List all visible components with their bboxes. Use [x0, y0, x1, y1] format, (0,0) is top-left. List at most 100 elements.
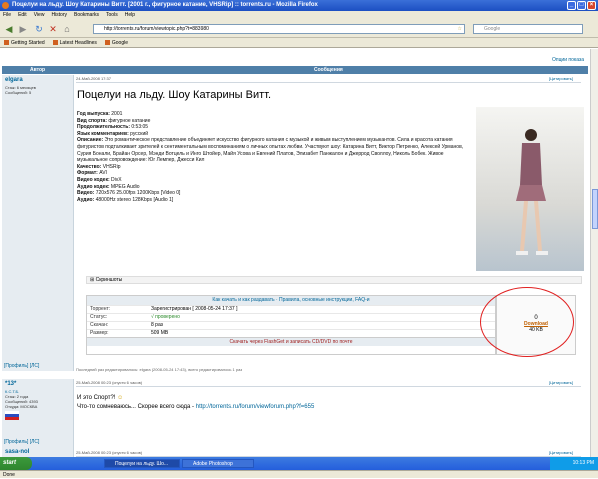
howto-link[interactable]: Как качать и как раздавать: [212, 297, 274, 303]
post3-quote-link[interactable]: [Цитировать]: [549, 450, 573, 455]
menu-help[interactable]: Help: [125, 11, 135, 20]
post3-author-col: sasa-nol: [2, 449, 74, 457]
table-row: Статус: √ проверено: [87, 313, 495, 321]
duration-label: Продолжительность:: [77, 124, 130, 131]
burn-cd-link[interactable]: Скачать через FlashGet и записать CD/DVD…: [87, 337, 495, 346]
post3-author[interactable]: sasa-nol: [2, 449, 73, 457]
post2-quote-link[interactable]: [Цитировать]: [549, 380, 573, 385]
system-tray-clock: 10:13 PM: [550, 457, 598, 470]
post2-line2-text: Что-то сомневаюсь... Скорее всего сюда -: [77, 404, 195, 410]
menu-edit[interactable]: Edit: [18, 11, 27, 20]
post2-line1-text: И это Спорт?!: [77, 395, 116, 401]
maximize-button[interactable]: □: [577, 1, 586, 10]
year-value: 2001: [111, 111, 123, 117]
format-label: Формат:: [77, 170, 98, 177]
post1-profile-links[interactable]: [Профиль] [ЛС]: [4, 363, 39, 369]
duration-value: 0:53:05: [131, 124, 149, 131]
edit-note: Последний раз редактировалось: elgara (2…: [76, 367, 243, 372]
bookmark-latest-headlines[interactable]: Latest Headlines: [53, 38, 97, 47]
menu-view[interactable]: View: [34, 11, 45, 20]
torrent-info-table: Как качать и как раздавать · Правила, ос…: [86, 295, 496, 355]
post3-header: 25-Май-2008 00:23 (спустя 6 часов) [Цити…: [76, 450, 581, 457]
taskbar-item-photoshop[interactable]: Adobe Photoshop: [182, 459, 254, 468]
post1-author-col: elgara Стаж: 6 месяцев Сообщений: 5: [2, 75, 74, 371]
taskbar-item-firefox[interactable]: Поцелуи на льду. Шо...: [104, 459, 180, 468]
russia-flag-icon: [5, 411, 19, 420]
status-bar: Done: [0, 470, 598, 478]
post2-header: 25-Май-2008 00:23 (спустя 6 часов) [Цити…: [76, 380, 581, 387]
quality-label: Качество:: [77, 163, 102, 170]
acodec-label: Аудио кодек:: [77, 183, 110, 190]
vcodec-value: DivX: [111, 176, 122, 183]
sport-value: фигурное катание: [108, 117, 151, 124]
desc-value: Это романтическое представление объединя…: [77, 137, 464, 164]
scroll-thumb[interactable]: [592, 189, 598, 229]
post1-quote-link[interactable]: [Цитировать]: [549, 76, 573, 81]
window-controls: _ □ ×: [567, 1, 596, 10]
post2-date: 25-Май-2008 00:23: [76, 380, 111, 385]
skater-figure: [516, 129, 548, 255]
bookmark-getting-started[interactable]: Getting Started: [4, 38, 45, 47]
torrent-value: Зарегистрирован [ 2008-05-24 17:37 ]: [151, 306, 238, 312]
close-button[interactable]: ×: [587, 1, 596, 10]
menu-file[interactable]: File: [3, 11, 11, 20]
format-value: AVI: [99, 170, 107, 177]
lang-value: русский: [130, 130, 149, 137]
vcodec-label: Видео кодек:: [77, 176, 110, 183]
reload-icon[interactable]: ↻: [34, 24, 44, 34]
vertical-scrollbar[interactable]: [590, 49, 598, 457]
status-label: Статус:: [90, 314, 108, 320]
menu-history[interactable]: History: [51, 11, 67, 20]
sport-label: Вид спорта:: [77, 117, 107, 124]
url-bar[interactable]: http://torrents.ru/forum/viewtopic.php?t…: [93, 24, 465, 34]
post2-author[interactable]: *13*: [2, 379, 73, 389]
home-icon[interactable]: ⌂: [62, 24, 72, 34]
display-options-link[interactable]: Опции показа: [552, 57, 584, 63]
bookmark-google[interactable]: Google: [105, 38, 128, 47]
start-button[interactable]: start: [0, 457, 32, 470]
screenshots-toggle[interactable]: ⊞ Скриншоты: [86, 276, 582, 284]
post1-author[interactable]: elgara: [2, 75, 73, 85]
video-label: Видео:: [77, 190, 95, 197]
bookmarks-toolbar: Getting Started Latest Headlines Google: [0, 38, 598, 48]
table-row: Скачан: 8 раз: [87, 321, 495, 329]
bookmark-star-icon[interactable]: ☆: [458, 25, 462, 33]
menu-bookmarks[interactable]: Bookmarks: [74, 11, 99, 20]
post1-msgs: Сообщений: 5: [5, 90, 32, 95]
video-value: 720x576 25.00fps 1200Kbps [Video 0]: [95, 190, 181, 197]
taskbar: start Поцелуи на льду. Шо... Adobe Photo…: [0, 457, 598, 470]
post2-profile-links[interactable]: [Профиль] [ЛС]: [4, 439, 39, 445]
post1-body: Год выпуска: 2001 Вид спорта: фигурное к…: [77, 111, 469, 203]
rules-link[interactable]: Правила, основные инструкции, FAQ-и: [279, 297, 370, 303]
stop-icon[interactable]: ✕: [48, 24, 58, 34]
poster-image: [476, 107, 584, 271]
col-message: Сообщения: [314, 67, 343, 73]
window-titlebar: Поцелуи на льду. Шоу Катарины Витт. [200…: [0, 0, 598, 11]
url-text: http://torrents.ru/forum/viewtopic.php?t…: [104, 26, 209, 32]
back-icon[interactable]: ◀: [4, 24, 14, 34]
acodec-value: MPEG Audio: [110, 183, 140, 190]
search-input[interactable]: Google: [473, 24, 583, 34]
desc-label: Описание:: [77, 137, 104, 144]
torrent-label: Торрент:: [90, 306, 111, 312]
minimize-button[interactable]: _: [567, 1, 576, 10]
page-content: Опции показа Автор Сообщения elgara Стаж…: [0, 49, 590, 457]
post1-header: 24-Май-2008 17:37 [Цитировать]: [76, 76, 581, 83]
window-title: Поцелуи на льду. Шоу Катарины Витт. [200…: [12, 2, 318, 8]
menu-bar: File Edit View History Bookmarks Tools Help: [0, 11, 598, 20]
post2-city: Откуда: МОСКВА: [5, 404, 38, 409]
menu-tools[interactable]: Tools: [106, 11, 118, 20]
downloaded-value: 8 раз: [151, 322, 163, 328]
table-row: Размер: 509 MB: [87, 329, 495, 337]
downloaded-label: Скачан:: [90, 322, 109, 328]
table-header: Автор Сообщения: [2, 66, 588, 74]
post2-line2: Что-то сомневаюсь... Скорее всего сюда -…: [77, 404, 314, 410]
post2-forum-link[interactable]: http://torrents.ru/forum/viewforum.php?f…: [196, 404, 315, 410]
lang-label: Язык комментариев:: [77, 130, 129, 137]
post3-date: 25-Май-2008 00:23: [76, 450, 111, 455]
search-placeholder: Google: [484, 26, 501, 32]
table-row: Торрент: Зарегистрирован [ 2008-05-24 17:…: [87, 305, 495, 313]
smiley-icon: ☺: [117, 395, 124, 401]
forward-icon[interactable]: ▶: [18, 24, 28, 34]
post3-ago: (спустя 6 часов): [112, 450, 143, 455]
